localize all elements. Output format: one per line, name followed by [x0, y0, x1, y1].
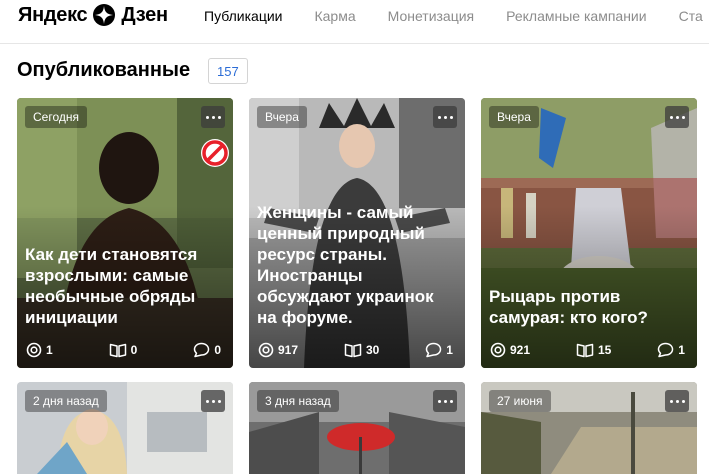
publication-card[interactable]: 3 дня назад: [249, 382, 465, 474]
publication-date-badge: 2 дня назад: [25, 390, 107, 412]
card-title[interactable]: Женщины - самый ценный природный ресурс …: [257, 202, 455, 328]
publication-date-badge: Сегодня: [25, 106, 87, 128]
reads-stat: 0: [109, 342, 138, 358]
tab-ad-campaigns[interactable]: Рекламные кампании: [506, 8, 646, 24]
publication-card[interactable]: Вчера Женщины - самый ценный природный р…: [249, 98, 465, 368]
comment-icon: [426, 342, 442, 358]
main-tabs: Публикации Карма Монетизация Рекламные к…: [204, 8, 709, 24]
tab-karma[interactable]: Карма: [314, 8, 355, 24]
more-dots-icon: [669, 399, 673, 403]
publication-card[interactable]: Вчера Рыцарь против самурая: кто кого? 9…: [481, 98, 697, 368]
logo-text-yandex: Яндекс: [18, 3, 88, 26]
reads-count: 15: [597, 343, 612, 357]
card-menu-button[interactable]: [201, 390, 225, 412]
publication-date-badge: Вчера: [257, 106, 307, 128]
tab-monetization[interactable]: Монетизация: [388, 8, 475, 24]
reads-count: 30: [365, 343, 380, 357]
reads-stat: 30: [344, 342, 379, 358]
publication-date-badge: 27 июня: [489, 390, 551, 412]
publication-date-badge: 3 дня назад: [257, 390, 339, 412]
comments-stat: 1: [425, 342, 453, 358]
publication-count-badge: 157: [208, 58, 248, 84]
book-icon: [344, 343, 362, 358]
views-stat: 921: [490, 342, 530, 358]
book-icon: [109, 343, 126, 358]
card-menu-button[interactable]: [201, 106, 225, 128]
reads-count: 0: [130, 343, 138, 357]
card-menu-button[interactable]: [433, 106, 457, 128]
tab-publications[interactable]: Публикации: [204, 8, 282, 24]
publication-card[interactable]: 27 июня: [481, 382, 697, 474]
eye-icon: [490, 342, 506, 358]
views-count: 921: [510, 343, 531, 357]
book-icon: [576, 343, 594, 358]
tab-statistics[interactable]: Ста: [679, 8, 703, 24]
top-navigation-bar: Яндекс Дзен Публикации Карма Монетизация…: [0, 0, 709, 44]
eye-icon: [258, 342, 274, 358]
reads-stat: 15: [576, 342, 611, 358]
eye-icon: [26, 342, 42, 358]
comment-icon: [658, 342, 674, 358]
views-stat: 1: [26, 342, 53, 358]
page-title: Опубликованные: [17, 59, 191, 81]
card-menu-button[interactable]: [665, 106, 689, 128]
publication-card[interactable]: Сегодня Как дети становятся взрослыми: с…: [17, 98, 233, 368]
card-title[interactable]: Рыцарь против самурая: кто кого?: [489, 286, 687, 328]
views-count: 1: [46, 343, 53, 357]
comments-count: 1: [678, 343, 685, 357]
dzen-star-icon: [93, 4, 116, 26]
more-dots-icon: [669, 115, 673, 119]
comments-count: 1: [446, 343, 453, 357]
more-dots-icon: [437, 399, 441, 403]
comments-stat: 1: [657, 342, 685, 358]
card-title[interactable]: Как дети становятся взрослыми: самые нео…: [25, 244, 223, 328]
views-count: 917: [278, 343, 299, 357]
publication-card[interactable]: 2 дня назад: [17, 382, 233, 474]
publication-date-badge: Вчера: [489, 106, 539, 128]
card-stats: 917 30 1: [258, 342, 453, 358]
comment-icon: [194, 342, 210, 358]
more-dots-icon: [437, 115, 441, 119]
logo-text-dzen: Дзен: [121, 3, 168, 26]
views-stat: 917: [258, 342, 298, 358]
more-dots-icon: [205, 115, 209, 119]
card-menu-button[interactable]: [433, 390, 457, 412]
comments-stat: 0: [193, 342, 221, 358]
card-menu-button[interactable]: [665, 390, 689, 412]
logo[interactable]: Яндекс Дзен: [18, 4, 168, 26]
blocked-icon: [201, 139, 229, 167]
comments-count: 0: [214, 343, 221, 357]
card-stats: 1 0 0: [26, 342, 221, 358]
card-stats: 921 15 1: [490, 342, 685, 358]
more-dots-icon: [205, 399, 209, 403]
